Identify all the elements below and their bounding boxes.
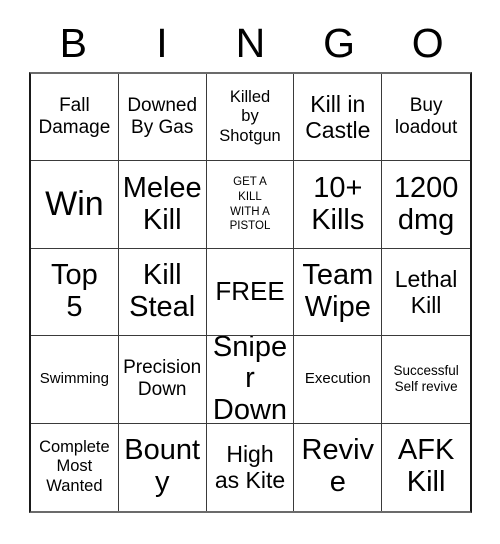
bingo-cell-label: Top 5: [51, 259, 98, 323]
bingo-header-letter-n: N: [235, 19, 266, 66]
bingo-header-letter-i: I: [156, 19, 168, 66]
bingo-cell[interactable]: GET A KILL WITH A PISTOL: [206, 161, 295, 249]
bingo-cell-label: Swimming: [39, 370, 109, 388]
bingo-cell-label: Downed By Gas: [127, 95, 198, 139]
bingo-cell-label: AFK Kill: [397, 434, 455, 499]
bingo-cell-label: Win: [45, 185, 104, 224]
bingo-cell[interactable]: Revive: [294, 423, 383, 511]
bingo-cell[interactable]: Lethal Kill: [382, 248, 470, 337]
bingo-cell-label: Execution: [304, 370, 371, 388]
bingo-cell-label: 1200 dmg: [393, 171, 459, 236]
bingo-header-letter-g: G: [323, 19, 356, 66]
bingo-cell-label: Fall Damage: [38, 95, 111, 139]
bingo-cell-label: Kill Steal: [129, 259, 196, 323]
bingo-cell-label: Revive: [301, 434, 375, 499]
bingo-cell-free[interactable]: FREE: [206, 248, 295, 337]
bingo-grid: Fall Damage Downed By Gas Killed by Shotgu…: [29, 72, 472, 513]
bingo-cell[interactable]: Kill in Castle: [294, 74, 383, 162]
bingo-card: B I N G O Fall Damage Downed By Gas Killed…: [0, 0, 500, 544]
bingo-cell[interactable]: AFK Kill: [382, 423, 470, 511]
bingo-cell[interactable]: Successful Self revive: [382, 336, 470, 424]
bingo-cell[interactable]: Execution: [294, 336, 383, 424]
bingo-cell[interactable]: Complete Most Wanted: [31, 423, 119, 511]
bingo-header-letter-b: B: [59, 19, 87, 66]
bingo-cell-label: Kill in Castle: [305, 90, 371, 144]
bingo-cell[interactable]: Swimming: [31, 336, 119, 424]
bingo-cell[interactable]: Top 5: [31, 248, 119, 337]
bingo-cell-label: FREE: [215, 276, 285, 307]
bingo-header-row: B I N G O: [29, 14, 472, 72]
bingo-cell[interactable]: Melee Kill: [118, 161, 207, 249]
bingo-cell-label: Team Wipe: [302, 259, 374, 323]
bingo-cell-label: Successful Self revive: [393, 362, 459, 395]
bingo-cell-label: Complete Most Wanted: [39, 437, 110, 496]
bingo-cell[interactable]: Sniper Down: [206, 336, 295, 424]
bingo-cell-label: Sniper Down: [212, 336, 288, 424]
bingo-cell[interactable]: 10+ Kills: [294, 161, 383, 249]
bingo-cell[interactable]: Bounty: [118, 423, 207, 511]
bingo-cell[interactable]: Fall Damage: [31, 74, 119, 162]
bingo-cell[interactable]: Win: [31, 161, 119, 249]
bingo-cell-label: Precision Down: [123, 357, 202, 401]
bingo-cell[interactable]: Buy loadout: [382, 74, 470, 162]
bingo-cell[interactable]: Precision Down: [118, 336, 207, 424]
bingo-cell[interactable]: High as Kite: [206, 423, 295, 511]
bingo-cell[interactable]: Downed By Gas: [118, 74, 207, 162]
bingo-cell-label: High as Kite: [214, 441, 286, 494]
bingo-cell[interactable]: Team Wipe: [294, 248, 383, 337]
bingo-cell-label: Buy loadout: [394, 95, 458, 139]
bingo-cell-label: GET A KILL WITH A PISTOL: [229, 176, 271, 233]
bingo-cell-label: Killed by Shotgun: [219, 87, 281, 146]
bingo-cell-label: Bounty: [124, 434, 201, 499]
bingo-cell[interactable]: Killed by Shotgun: [206, 74, 295, 162]
bingo-cell-label: 10+ Kills: [311, 171, 365, 236]
bingo-cell[interactable]: 1200 dmg: [382, 161, 470, 249]
bingo-header-letter-o: O: [411, 19, 444, 66]
bingo-cell[interactable]: Kill Steal: [118, 248, 207, 337]
bingo-cell-label: Melee Kill: [122, 171, 202, 236]
bingo-cell-label: Lethal Kill: [394, 265, 458, 318]
